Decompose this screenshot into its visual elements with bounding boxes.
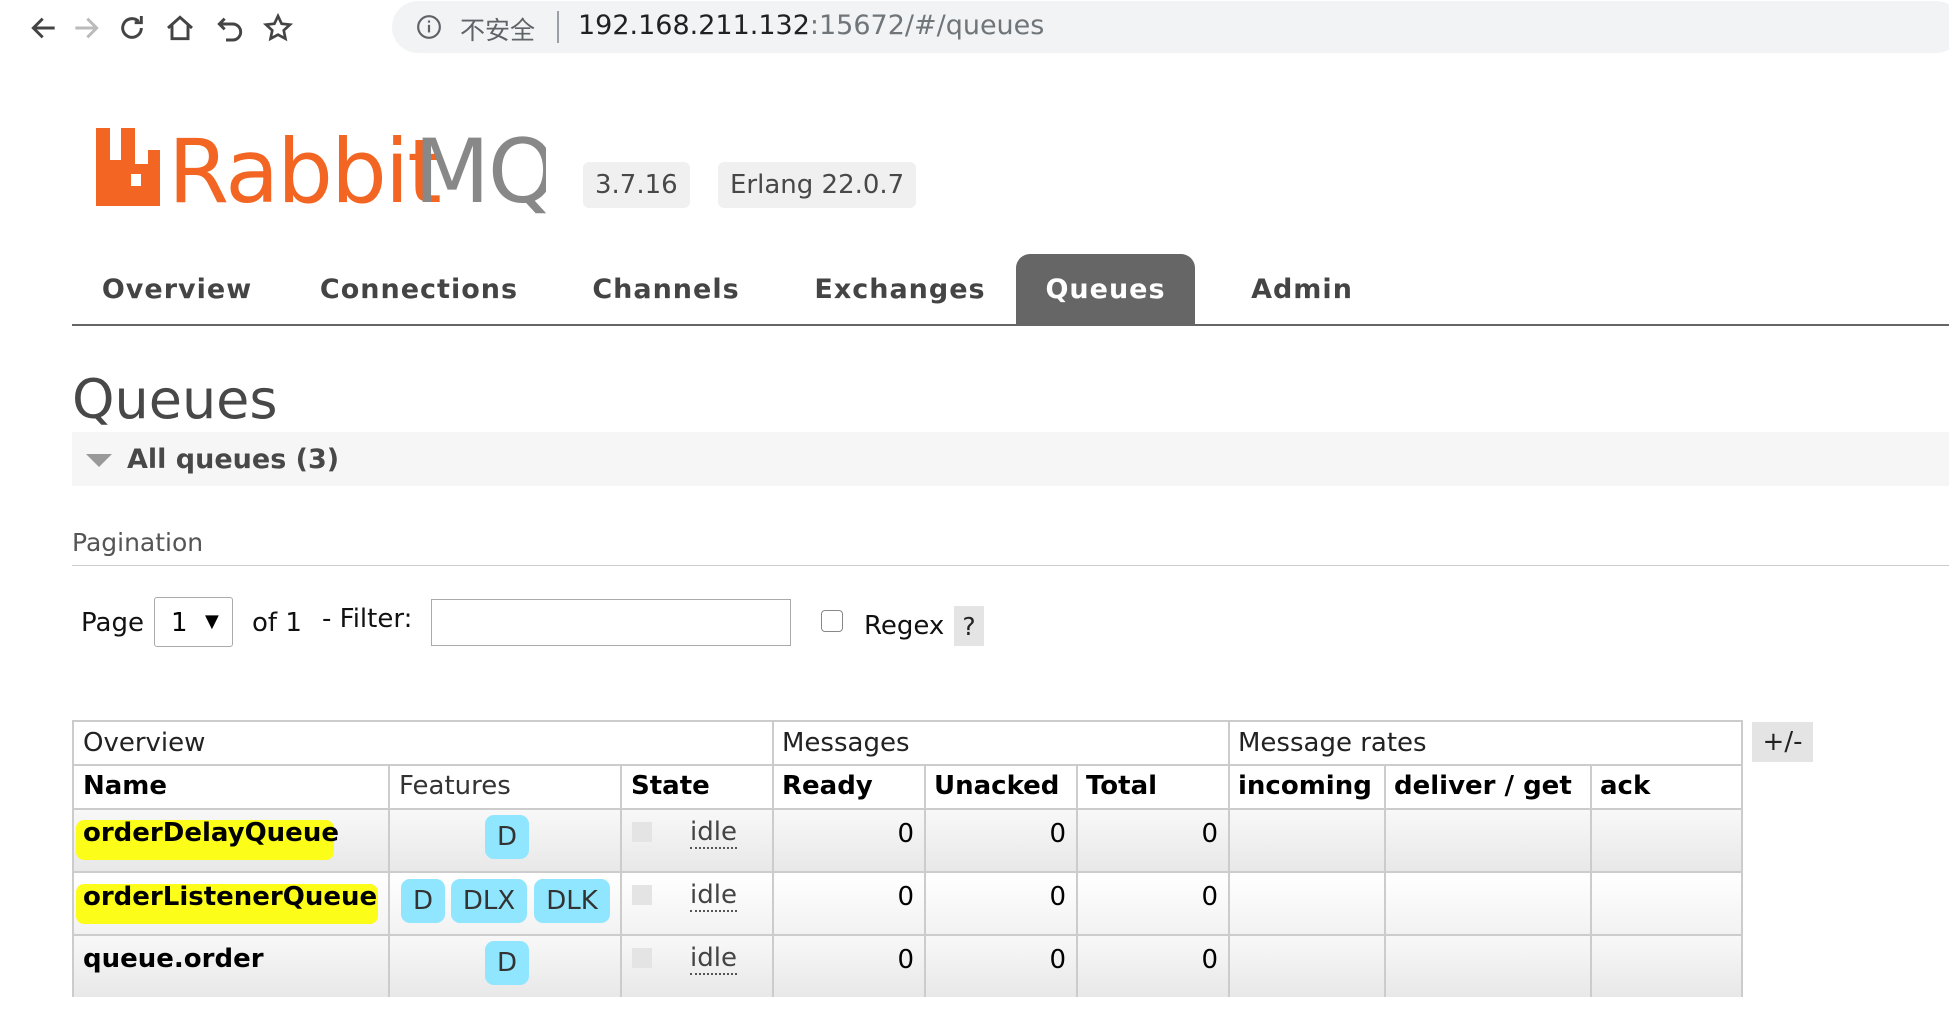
row-divider <box>74 934 1741 936</box>
brand-mq: MQ <box>414 120 546 214</box>
forward-icon[interactable] <box>66 8 106 48</box>
queue-name-link[interactable]: orderListenerQueue <box>83 882 377 912</box>
group-header-message-rates: Message rates <box>1238 728 1427 758</box>
undo-icon[interactable] <box>210 8 250 48</box>
state-value[interactable]: idle <box>690 943 737 975</box>
unacked-count: 0 <box>1049 945 1066 975</box>
main-nav-tabs: Overview Connections Channels Exchanges … <box>72 254 1949 326</box>
column-divider <box>1076 764 1078 997</box>
unacked-count: 0 <box>1049 882 1066 912</box>
column-header-features: Features <box>399 771 511 801</box>
address-separator <box>557 11 559 43</box>
all-queues-toggle[interactable]: All queues (3) <box>72 432 1949 486</box>
reload-icon[interactable] <box>112 8 152 48</box>
bookmark-star-icon[interactable] <box>258 8 298 48</box>
browser-toolbar: 不安全 192.168.211.132:15672/#/queues <box>0 0 1949 56</box>
tab-admin[interactable]: Admin <box>1232 254 1372 324</box>
header-divider <box>74 764 1741 766</box>
column-header-incoming[interactable]: incoming <box>1238 771 1372 801</box>
dropdown-arrow-icon: ▼ <box>205 611 219 632</box>
feature-badge-durable[interactable]: D <box>485 815 529 859</box>
queue-name-link[interactable]: orderDelayQueue <box>83 818 339 848</box>
column-header-state[interactable]: State <box>631 771 710 801</box>
row-divider <box>74 871 1741 873</box>
group-header-messages: Messages <box>782 728 910 758</box>
total-count: 0 <box>1201 882 1218 912</box>
of-pages-label: of 1 <box>252 608 302 638</box>
column-header-unacked[interactable]: Unacked <box>934 771 1059 801</box>
state-indicator <box>632 948 652 968</box>
state-indicator <box>632 885 652 905</box>
pagination-heading: Pagination <box>72 528 204 557</box>
feature-badge-durable[interactable]: D <box>485 941 529 985</box>
feature-badge-dlx[interactable]: DLX <box>451 879 527 923</box>
home-icon[interactable] <box>160 8 200 48</box>
regex-label: Regex <box>864 611 945 641</box>
group-divider <box>1228 722 1230 997</box>
page-label: Page <box>81 608 144 638</box>
address-bar[interactable]: 不安全 192.168.211.132:15672/#/queues <box>392 1 1949 53</box>
group-divider <box>772 722 774 997</box>
brand-mq-text: MQ <box>414 120 546 214</box>
queue-name-link[interactable]: queue.order <box>83 944 264 974</box>
tab-queues[interactable]: Queues <box>1016 254 1195 324</box>
header-divider <box>74 808 1741 810</box>
url-text[interactable]: 192.168.211.132:15672/#/queues <box>578 10 1044 41</box>
state-indicator <box>632 822 652 842</box>
security-label: 不安全 <box>460 16 536 45</box>
back-icon[interactable] <box>24 8 64 48</box>
pagination-divider <box>72 565 1949 566</box>
info-icon[interactable] <box>416 14 442 40</box>
url-host: 192.168.211.132 <box>578 10 810 41</box>
column-header-ready[interactable]: Ready <box>782 771 873 801</box>
column-header-deliver-get[interactable]: deliver / get <box>1394 771 1572 801</box>
state-value[interactable]: idle <box>690 880 737 912</box>
erlang-badge: Erlang 22.0.7 <box>718 162 917 208</box>
column-header-name[interactable]: Name <box>83 771 167 801</box>
column-divider <box>388 764 390 997</box>
all-queues-label: All queues (3) <box>127 444 340 475</box>
state-value[interactable]: idle <box>690 817 737 849</box>
tab-exchanges[interactable]: Exchanges <box>800 254 1000 324</box>
ready-count: 0 <box>897 882 914 912</box>
page-select-value: 1 <box>171 608 188 638</box>
column-divider <box>1590 764 1592 997</box>
feature-badge-durable[interactable]: D <box>401 879 445 923</box>
feature-badge-dlk[interactable]: DLK <box>534 879 610 923</box>
tab-overview[interactable]: Overview <box>92 254 262 324</box>
column-header-total[interactable]: Total <box>1086 771 1157 801</box>
version-badge: 3.7.16 <box>583 162 690 208</box>
page-select[interactable]: 1 ▼ <box>154 597 233 647</box>
regex-checkbox[interactable] <box>821 610 843 632</box>
column-header-ack[interactable]: ack <box>1600 771 1650 801</box>
queues-table: Overview Messages Message rates Name Fea… <box>72 720 1743 997</box>
regex-help-button[interactable]: ? <box>954 606 984 646</box>
tab-connections[interactable]: Connections <box>304 254 534 324</box>
ready-count: 0 <box>897 819 914 849</box>
collapse-triangle-icon <box>86 454 112 467</box>
column-divider <box>1384 764 1386 997</box>
column-divider <box>924 764 926 997</box>
ready-count: 0 <box>897 945 914 975</box>
url-path: :15672/#/queues <box>809 10 1045 41</box>
filter-input[interactable] <box>431 599 791 646</box>
tab-channels[interactable]: Channels <box>576 254 756 324</box>
total-count: 0 <box>1201 819 1218 849</box>
unacked-count: 0 <box>1049 819 1066 849</box>
column-divider <box>620 764 622 997</box>
page-title: Queues <box>72 368 278 431</box>
filter-label: - Filter: <box>322 604 413 634</box>
toggle-columns-button[interactable]: +/- <box>1752 722 1813 762</box>
total-count: 0 <box>1201 945 1218 975</box>
group-header-overview: Overview <box>83 728 206 758</box>
